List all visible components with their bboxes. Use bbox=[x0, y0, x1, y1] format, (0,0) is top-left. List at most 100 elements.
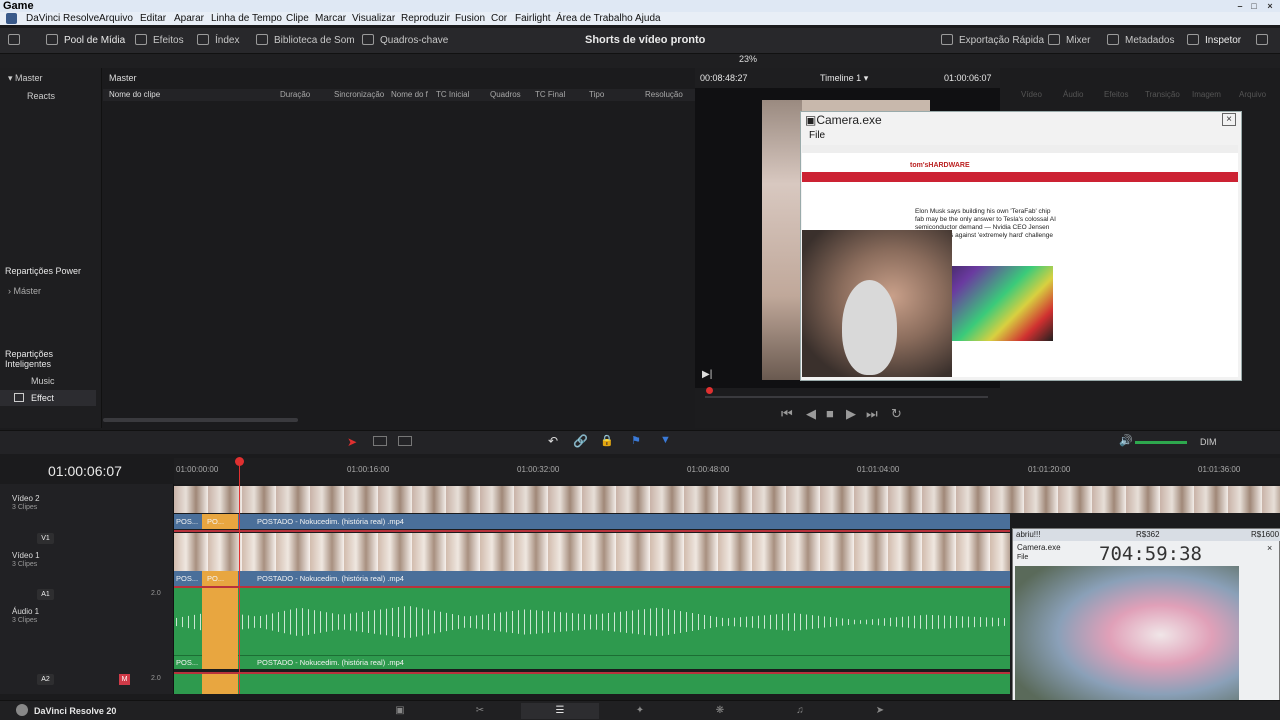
menu-cor[interactable]: Cor bbox=[491, 12, 507, 25]
loop-icon[interactable]: ↻ bbox=[891, 406, 902, 422]
track-tag-a1[interactable]: A1 bbox=[37, 589, 54, 600]
panel-toggle-right-icon[interactable] bbox=[1256, 34, 1274, 48]
video2-clip-bar[interactable]: POS... POSTADO - Nokucedim. (história re… bbox=[174, 514, 1010, 529]
menu-arquivo[interactable]: Arquivo bbox=[99, 12, 133, 25]
mute-button-a2[interactable]: M bbox=[119, 674, 130, 685]
page-fusion-icon[interactable]: ✦ bbox=[601, 703, 679, 719]
menu-davinci[interactable]: DaVinci Resolve bbox=[26, 12, 99, 25]
playhead-handle[interactable] bbox=[235, 457, 244, 466]
media-pool-button[interactable]: Pool de Mídia bbox=[46, 34, 125, 48]
col-tc-start[interactable]: TC Inicial bbox=[436, 89, 469, 101]
inspector-tab-image[interactable]: Imagem bbox=[1192, 90, 1221, 99]
menu-reproduzir[interactable]: Reproduzir bbox=[401, 12, 450, 25]
scrubber-handle[interactable] bbox=[706, 387, 713, 394]
col-file-name[interactable]: Nome do f bbox=[391, 89, 428, 101]
dim-button[interactable]: DIM bbox=[1200, 437, 1217, 447]
flag-icon[interactable]: ⚑ bbox=[631, 434, 641, 447]
link-icon[interactable]: 🔗 bbox=[573, 434, 588, 448]
panel-toggle-icon[interactable] bbox=[8, 34, 26, 48]
page-fairlight-icon[interactable]: ♫ bbox=[761, 703, 839, 719]
menu-editar[interactable]: Editar bbox=[140, 12, 166, 25]
smart-bin-effect-row[interactable]: Effect bbox=[0, 390, 96, 406]
menu-marcar[interactable]: Marcar bbox=[315, 12, 346, 25]
jump-start-icon[interactable]: ⏮ bbox=[781, 406, 793, 422]
bin-master[interactable]: ▾ Master bbox=[8, 73, 43, 84]
timeline-selector[interactable]: Timeline 1 ▾ bbox=[820, 73, 868, 84]
menu-aparar[interactable]: Aparar bbox=[174, 12, 204, 25]
close-window-icon[interactable]: × bbox=[1264, 0, 1276, 12]
inspector-tab-file[interactable]: Arquivo bbox=[1239, 90, 1266, 99]
page-media-icon[interactable]: ▣ bbox=[361, 703, 439, 719]
page-color-icon[interactable]: ❋ bbox=[681, 703, 759, 719]
overlay-label-mid: R$362 bbox=[1136, 530, 1160, 539]
volume-icon[interactable]: 🔊 bbox=[1119, 434, 1133, 447]
camera-menu-file[interactable]: File bbox=[809, 130, 825, 141]
sound-library-button[interactable]: Biblioteca de Som bbox=[256, 34, 355, 48]
quick-export-button[interactable]: Exportação Rápida bbox=[941, 34, 1044, 48]
menu-linha-de-tempo[interactable]: Linha de Tempo bbox=[211, 12, 282, 25]
pool-scrollbar[interactable] bbox=[103, 418, 298, 422]
playhead[interactable] bbox=[239, 462, 240, 694]
power-bin-master[interactable]: › Máster bbox=[8, 286, 41, 296]
snapping-icon[interactable]: ↶ bbox=[548, 434, 558, 448]
menu-visualizar[interactable]: Visualizar bbox=[352, 12, 395, 25]
col-type[interactable]: Tipo bbox=[589, 89, 604, 101]
inspector-button[interactable]: Inspetor bbox=[1187, 34, 1241, 48]
maximize-icon[interactable]: □ bbox=[1248, 0, 1260, 12]
zoom-level[interactable]: 23% bbox=[739, 54, 757, 64]
metadata-button[interactable]: Metadados bbox=[1107, 34, 1174, 48]
track-tag-v1[interactable]: V1 bbox=[37, 533, 54, 544]
selected-clip-v1[interactable]: PO... bbox=[202, 571, 238, 586]
video1-thumbnails[interactable] bbox=[174, 533, 1010, 571]
col-resolution[interactable]: Resolução bbox=[645, 89, 683, 101]
selected-clip-a2[interactable] bbox=[202, 674, 238, 694]
lock-icon[interactable]: 🔒 bbox=[600, 434, 614, 447]
inspector-tab-video[interactable]: Vídeo bbox=[1021, 90, 1042, 99]
mark-icon[interactable]: ▶| bbox=[702, 369, 712, 380]
effects-button[interactable]: Efeitos bbox=[135, 34, 184, 48]
blade-tool-icon[interactable] bbox=[398, 436, 412, 446]
track-tag-a2[interactable]: A2 bbox=[37, 674, 54, 685]
menu-ajuda[interactable]: Ajuda bbox=[635, 12, 661, 25]
volume-slider[interactable] bbox=[1135, 441, 1187, 444]
close-icon[interactable]: × bbox=[1222, 113, 1236, 126]
menu-fusion[interactable]: Fusion bbox=[455, 12, 485, 25]
col-frames[interactable]: Quadros bbox=[490, 89, 521, 101]
marker-icon[interactable]: ▼ bbox=[660, 434, 671, 446]
page-deliver-icon[interactable]: ➤ bbox=[841, 703, 919, 719]
reverse-icon[interactable]: ◀ bbox=[806, 406, 816, 422]
col-duration[interactable]: Duração bbox=[280, 89, 310, 101]
inspector-tab-effects[interactable]: Efeitos bbox=[1104, 90, 1128, 99]
trim-tool-icon[interactable] bbox=[373, 436, 387, 446]
inspector-tab-audio[interactable]: Áudio bbox=[1063, 90, 1083, 99]
selection-tool-icon[interactable]: ➤ bbox=[347, 435, 357, 449]
index-button[interactable]: Índex bbox=[197, 34, 239, 48]
minimize-icon[interactable]: – bbox=[1234, 0, 1246, 12]
smart-bins-header: Repartições Inteligentes bbox=[5, 349, 54, 369]
bin-reacts[interactable]: Reacts bbox=[27, 91, 55, 101]
col-sync[interactable]: Sincronização bbox=[334, 89, 384, 101]
page-cut-icon[interactable]: ✂ bbox=[441, 703, 519, 719]
audio1-clip[interactable] bbox=[174, 588, 1010, 655]
mixer-button[interactable]: Mixer bbox=[1048, 34, 1090, 48]
col-tc-end[interactable]: TC Final bbox=[535, 89, 565, 101]
play-icon[interactable]: ▶ bbox=[846, 406, 856, 422]
smart-bin-music[interactable]: Music bbox=[31, 376, 55, 386]
menu-clipe[interactable]: Clipe bbox=[286, 12, 309, 25]
video2-thumbnails[interactable] bbox=[174, 486, 1280, 513]
selected-clip-a1[interactable] bbox=[202, 588, 238, 669]
col-clip-name[interactable]: Nome do clipe bbox=[109, 89, 160, 101]
keyframes-button[interactable]: Quadros-chave bbox=[362, 34, 448, 48]
page-edit-icon[interactable]: ☰ bbox=[521, 703, 599, 719]
video1-clip-bar[interactable]: POS... POSTADO - Nokucedim. (história re… bbox=[174, 571, 1010, 586]
menu-fairlight[interactable]: Fairlight bbox=[515, 12, 551, 25]
timeline-ruler[interactable]: 01:00:00:00 01:00:16:00 01:00:32:00 01:0… bbox=[174, 458, 1280, 484]
audio1-clip-bar[interactable]: POS... POSTADO - Nokucedim. (história re… bbox=[174, 655, 1010, 669]
inspector-tab-transition[interactable]: Transição bbox=[1145, 90, 1180, 99]
scrubber-track[interactable] bbox=[705, 396, 988, 398]
menu-area-de-trabalho[interactable]: Área de Trabalho bbox=[556, 12, 633, 25]
stop-icon[interactable]: ■ bbox=[826, 406, 834, 421]
selected-clip-v2[interactable]: PO... bbox=[202, 514, 238, 529]
audio2-clip[interactable] bbox=[174, 672, 1010, 694]
jump-end-icon[interactable]: ⏭ bbox=[866, 406, 878, 422]
